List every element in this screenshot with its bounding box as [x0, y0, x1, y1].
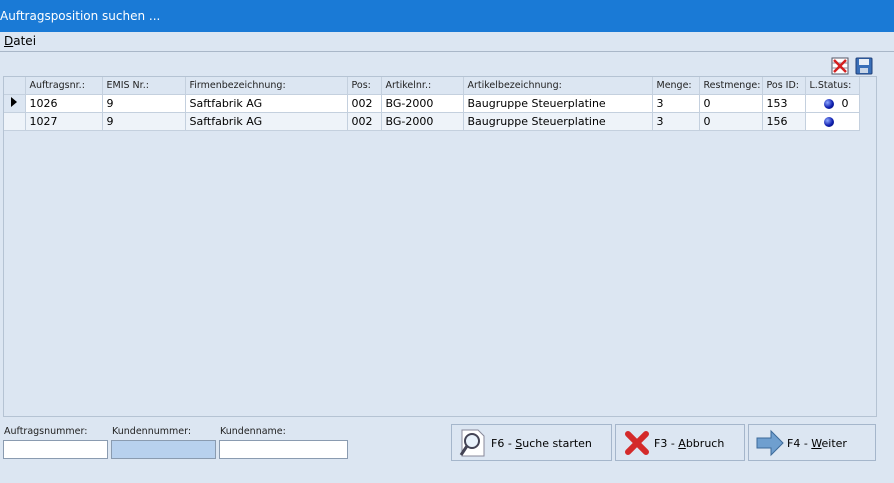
cell-pos-id[interactable]: 156	[762, 112, 806, 131]
results-table: Auftragsnr.: EMIS Nr.: Firmenbezeichnung…	[4, 77, 860, 131]
status-dot-icon	[823, 98, 834, 109]
col-artikelbezeichnung[interactable]: Artikelbezeichnung:	[463, 77, 653, 95]
cell-restmenge[interactable]: 0	[699, 94, 763, 113]
menu-datei-mnemonic: D	[4, 34, 14, 48]
table-row[interactable]: 1026 9 Saftfabrik AG 002 BG-2000 Baugrup…	[4, 94, 860, 113]
cell-firmenbezeichnung[interactable]: Saftfabrik AG	[185, 112, 348, 131]
menu-datei[interactable]: Datei	[4, 34, 36, 48]
status-value: 0	[841, 97, 849, 111]
auftragsnummer-input[interactable]	[3, 440, 108, 459]
cell-l-status[interactable]: 0	[805, 94, 860, 113]
row-selector-header	[4, 77, 26, 95]
menu-datei-label: atei	[13, 34, 37, 48]
search-button[interactable]: F6 - Suche starten	[451, 424, 612, 461]
cell-menge[interactable]: 3	[652, 112, 700, 131]
cell-firmenbezeichnung[interactable]: Saftfabrik AG	[185, 94, 348, 113]
red-x-icon	[625, 431, 649, 455]
col-l-status[interactable]: L.Status:	[805, 77, 860, 95]
col-firmenbezeichnung[interactable]: Firmenbezeichnung:	[185, 77, 348, 95]
cell-pos-id[interactable]: 153	[762, 94, 806, 113]
col-restmenge[interactable]: Restmenge:	[699, 77, 763, 95]
title-bar: Auftragsposition suchen ...	[0, 0, 894, 32]
cell-artikelbezeichnung[interactable]: Baugruppe Steuerplatine	[463, 94, 653, 113]
cell-emis-nr[interactable]: 9	[102, 94, 186, 113]
kundennummer-input[interactable]	[111, 440, 216, 459]
auftragsnummer-label: Auftragsnummer:	[4, 426, 88, 437]
col-menge[interactable]: Menge:	[652, 77, 700, 95]
status-dot-icon	[823, 116, 834, 127]
next-button-label: F4 - Weiter	[787, 437, 847, 450]
cell-l-status[interactable]	[805, 112, 860, 131]
cancel-button[interactable]: F3 - Abbruch	[615, 424, 745, 461]
col-pos[interactable]: Pos:	[347, 77, 382, 95]
table-row[interactable]: 1027 9 Saftfabrik AG 002 BG-2000 Baugrup…	[4, 112, 860, 131]
table-header-row: Auftragsnr.: EMIS Nr.: Firmenbezeichnung…	[4, 77, 860, 95]
cancel-button-label: F3 - Abbruch	[654, 437, 725, 450]
magnifier-icon	[459, 429, 485, 457]
cell-emis-nr[interactable]: 9	[102, 112, 186, 131]
menu-bar: Datei	[0, 32, 894, 52]
cell-menge[interactable]: 3	[652, 94, 700, 113]
col-emis-nr[interactable]: EMIS Nr.:	[102, 77, 186, 95]
floppy-disk-icon[interactable]	[855, 57, 873, 75]
cell-artikelnr[interactable]: BG-2000	[381, 94, 464, 113]
kundenname-label: Kundenname:	[220, 426, 286, 437]
next-button[interactable]: F4 - Weiter	[748, 424, 876, 461]
search-button-label: F6 - Suche starten	[491, 437, 592, 450]
cell-auftragsnr[interactable]: 1026	[25, 94, 103, 113]
col-pos-id[interactable]: Pos ID:	[762, 77, 806, 95]
window-title: Auftragsposition suchen ...	[0, 9, 161, 23]
results-grid[interactable]: Auftragsnr.: EMIS Nr.: Firmenbezeichnung…	[3, 76, 877, 417]
col-auftragsnr[interactable]: Auftragsnr.:	[25, 77, 103, 95]
cell-restmenge[interactable]: 0	[699, 112, 763, 131]
kundenname-input[interactable]	[219, 440, 348, 459]
right-arrow-icon	[756, 429, 784, 457]
row-selector[interactable]	[4, 112, 26, 131]
cell-pos[interactable]: 002	[347, 112, 382, 131]
cell-artikelbezeichnung[interactable]: Baugruppe Steuerplatine	[463, 112, 653, 131]
cell-pos[interactable]: 002	[347, 94, 382, 113]
cell-auftragsnr[interactable]: 1027	[25, 112, 103, 131]
row-selector[interactable]	[4, 94, 26, 113]
delete-grid-icon[interactable]	[831, 57, 849, 75]
col-artikelnr[interactable]: Artikelnr.:	[381, 77, 464, 95]
cell-artikelnr[interactable]: BG-2000	[381, 112, 464, 131]
current-row-arrow-icon	[11, 97, 18, 107]
kundennummer-label: Kundennummer:	[112, 426, 192, 437]
